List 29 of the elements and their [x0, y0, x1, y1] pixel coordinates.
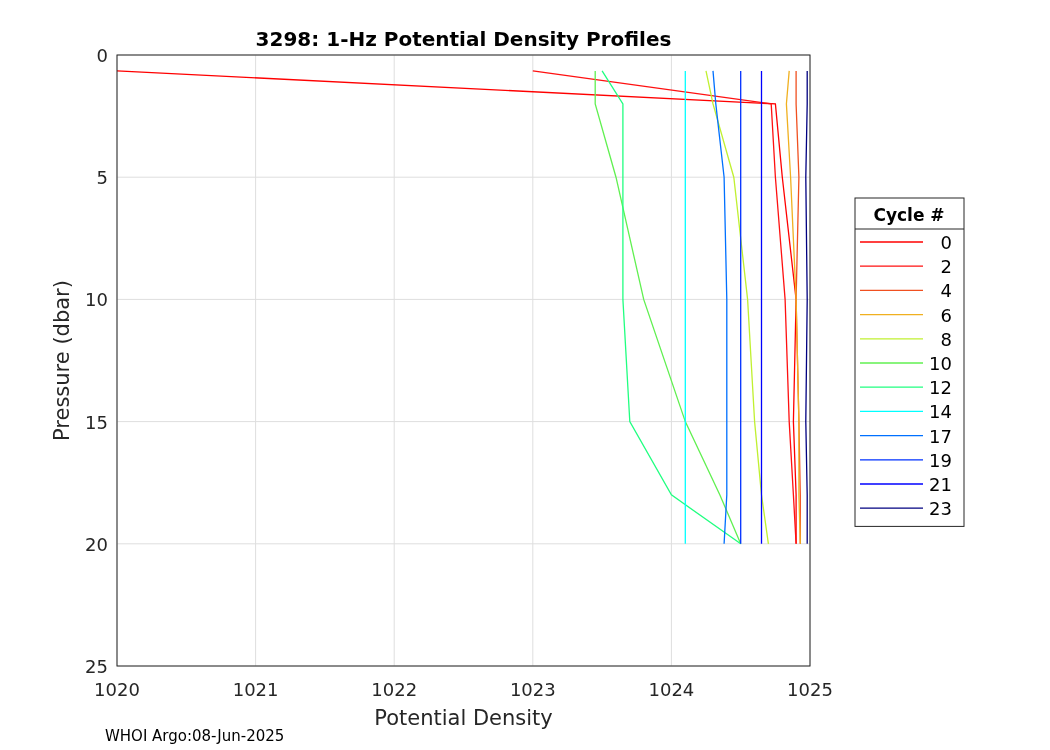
y-tick-label: 25: [85, 656, 108, 677]
y-tick-label: 20: [85, 533, 108, 555]
x-tick-label: 1025: [787, 679, 833, 700]
legend-label: 19: [929, 449, 952, 471]
legend-label: 14: [929, 401, 952, 423]
y-axis-label: Pressure (dbar): [50, 280, 74, 441]
x-tick-label: 1022: [371, 679, 418, 700]
legend-title: Cycle #: [873, 205, 945, 225]
legend-label: 10: [929, 353, 952, 374]
y-tick-label: 5: [96, 167, 108, 189]
y-tick-label: 15: [85, 411, 108, 433]
footer-text: WHOI Argo:08-Jun-2025: [105, 727, 285, 745]
legend-label: 6: [940, 304, 952, 326]
x-tick-label: 1023: [509, 679, 556, 700]
legend-label: 8: [940, 328, 952, 350]
legend-label: 17: [929, 425, 952, 447]
legend-label: 0: [940, 232, 952, 253]
legend-label: 2: [940, 256, 952, 278]
x-tick-label: 1020: [94, 679, 140, 700]
y-tick-label: 10: [85, 289, 108, 311]
legend-label: 4: [940, 280, 952, 302]
x-tick-label: 1024: [648, 679, 695, 700]
chart-title: 3298: 1-Hz Potential Density Profiles: [255, 27, 672, 51]
legend-label: 12: [929, 377, 952, 399]
legend-label: 23: [929, 498, 952, 520]
x-axis-label: Potential Density: [374, 706, 553, 730]
legend-label: 21: [929, 474, 952, 495]
x-tick-label: 1021: [232, 679, 279, 700]
y-tick-label: 0: [96, 45, 108, 66]
